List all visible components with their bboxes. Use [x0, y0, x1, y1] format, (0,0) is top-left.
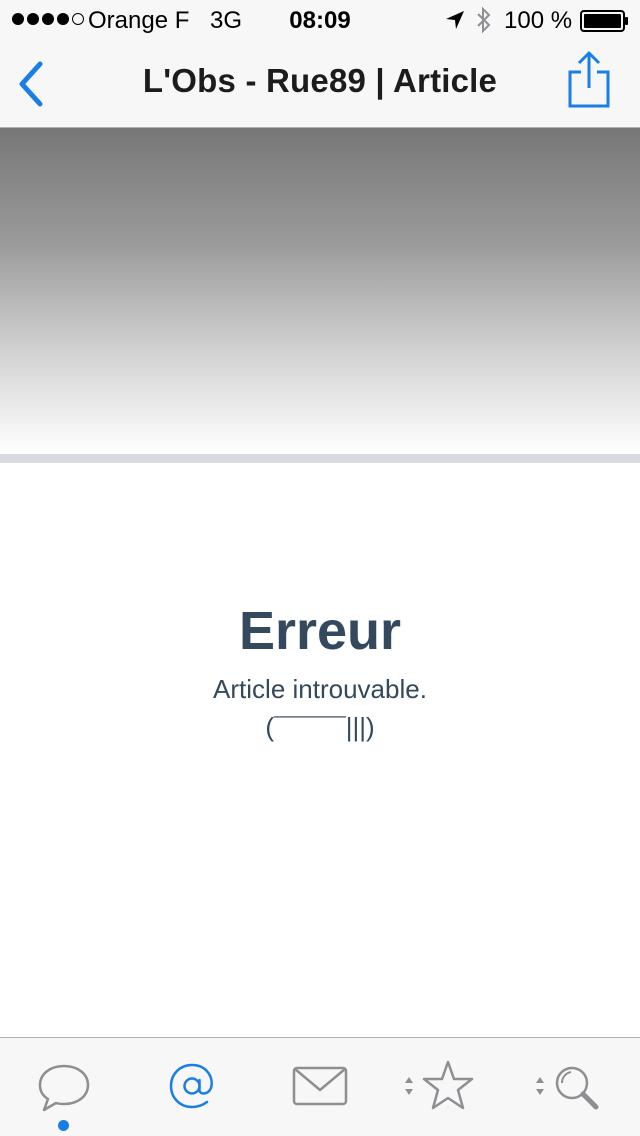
share-button[interactable]: [564, 50, 614, 112]
back-button[interactable]: [10, 60, 54, 108]
page-title: L'Obs - Rue89 | Article: [142, 62, 498, 99]
navigation-bar: L'Obs - Rue89 | Article: [0, 40, 640, 128]
location-arrow-icon: [446, 11, 464, 29]
app-screen: Orange F 3G 08:09 100 % L'Obs - Rue89 | …: [0, 0, 640, 1136]
error-message: Article introuvable. (¯¯¯¯¯|||): [213, 674, 427, 742]
tab-notification-dot: [58, 1120, 69, 1131]
tab-comments[interactable]: [0, 1038, 128, 1136]
tab-mentions[interactable]: [128, 1038, 256, 1136]
search-icon: [536, 1066, 599, 1110]
battery-percentage: 100 %: [504, 7, 573, 34]
star-icon: [405, 1060, 474, 1110]
status-bar: Orange F 3G 08:09 100 %: [0, 0, 640, 40]
share-icon: [568, 51, 610, 108]
tab-messages[interactable]: [256, 1038, 384, 1136]
tab-search[interactable]: [512, 1038, 640, 1136]
header-divider: [0, 454, 640, 463]
article-header-image: [0, 128, 640, 454]
battery-full-icon: [580, 10, 628, 32]
at-sign-icon: [169, 1063, 213, 1109]
tab-favorites[interactable]: [384, 1038, 512, 1136]
chevron-left-icon: [19, 61, 43, 107]
tab-bar: [0, 1037, 640, 1136]
bluetooth-icon: [477, 6, 491, 34]
error-title: Erreur: [238, 601, 402, 661]
envelope-icon: [292, 1066, 348, 1106]
